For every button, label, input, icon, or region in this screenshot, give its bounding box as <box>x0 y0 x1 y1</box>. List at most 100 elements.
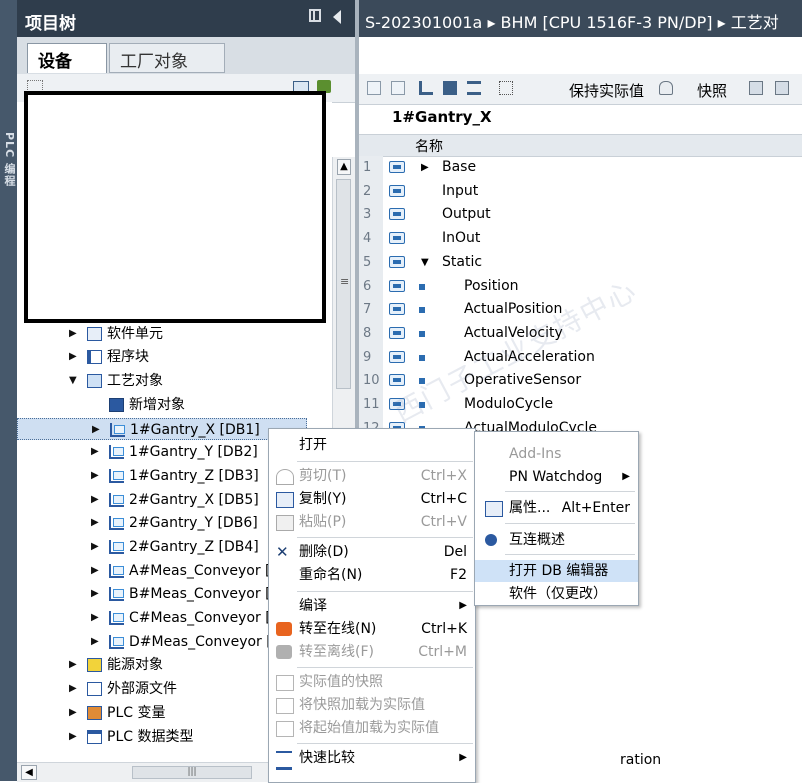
submenu-item[interactable]: 软件（仅更改） <box>475 583 638 605</box>
tree-item[interactable]: ▶ PLC 数据类型 <box>17 726 307 748</box>
tree-item[interactable]: ▶ 程序块 <box>17 346 307 368</box>
collapse-left-icon[interactable] <box>333 10 341 24</box>
tree-item[interactable]: ▶ D#Meas_Conveyor [ <box>17 631 307 653</box>
expand-all-icon[interactable] <box>419 81 433 95</box>
menu-item-label: 软件（仅更改） <box>509 586 607 602</box>
menu-separator <box>297 743 473 744</box>
db-row[interactable]: 4 InOut <box>359 227 802 251</box>
tree-item[interactable]: ▶ 2#Gantry_X [DB5] <box>17 489 307 511</box>
tree-item[interactable]: ▶ 软件单元 <box>17 323 307 345</box>
tree-item[interactable]: ▶ A#Meas_Conveyor [ <box>17 560 307 582</box>
context-submenu: Add-Ins PN Watchdog ▶ 属性... Alt+Enter 互连概述打开 … <box>474 431 639 606</box>
context-menu-item[interactable]: 复制(Y) Ctrl+C <box>269 488 475 510</box>
expand-arrow-icon[interactable]: ▶ <box>69 678 79 700</box>
tree-item[interactable]: ▼ 工艺对象 <box>17 370 307 392</box>
open-db-editor-item[interactable]: 打开 DB 编辑器 <box>475 560 638 582</box>
interface-section-icon <box>389 255 405 268</box>
snapshot-load-icon[interactable] <box>749 81 763 95</box>
scroll-thumb[interactable]: ≡ <box>336 179 351 389</box>
collapse-all-icon[interactable] <box>443 81 457 95</box>
expand-arrow-icon[interactable]: ▶ <box>91 607 101 629</box>
expand-arrow-icon[interactable]: ▶ <box>69 323 79 345</box>
context-menu-item[interactable]: 转至离线(F) Ctrl+M <box>269 641 475 663</box>
submenu-item[interactable]: 属性... Alt+Enter <box>475 497 638 519</box>
submenu-item[interactable]: PN Watchdog ▶ <box>475 466 638 488</box>
context-menu-item[interactable]: 剪切(T) Ctrl+X <box>269 465 475 487</box>
tree-item[interactable]: ▶ PLC 变量 <box>17 702 307 724</box>
expand-arrow-icon[interactable]: ▶ <box>69 726 79 748</box>
expand-arrow-icon[interactable]: ▶ <box>91 560 101 582</box>
context-menu-item[interactable]: 粘贴(P) Ctrl+V <box>269 511 475 533</box>
collapse-arrow-icon[interactable]: ▼ <box>69 370 79 392</box>
tree-item[interactable]: ▶ 能源对象 <box>17 654 307 676</box>
context-menu-item[interactable]: 将起始值加载为实际值 <box>269 717 475 739</box>
horizontal-scroll-thumb[interactable]: ||| <box>132 766 252 779</box>
expand-arrow-icon[interactable]: ▶ <box>91 512 101 534</box>
expand-arrow-icon[interactable]: ▶ <box>91 489 101 511</box>
tree-item[interactable]: ▶ C#Meas_Conveyor [ <box>17 607 307 629</box>
expand-arrow-icon[interactable]: ▶ <box>69 654 79 676</box>
program-blocks-icon <box>87 350 102 364</box>
keep-actual-values-button[interactable]: 保持实际值 <box>569 80 644 101</box>
snapshot-save-icon[interactable] <box>775 81 789 95</box>
snapshot-button[interactable]: 快照 <box>697 80 727 101</box>
db-row[interactable]: 1 ▶ Base <box>359 156 802 180</box>
db-row[interactable]: 3 Output <box>359 203 802 227</box>
split-view-icon[interactable] <box>309 9 321 22</box>
context-menu-item[interactable]: 重命名(N) F2 <box>269 564 475 586</box>
database-icon[interactable] <box>659 81 673 95</box>
context-menu-item[interactable]: 编译 ▶ <box>269 595 475 617</box>
submenu-item[interactable]: Add-Ins <box>475 443 638 465</box>
insert-row-icon[interactable] <box>367 81 381 95</box>
tree-item[interactable]: 新增对象 <box>17 394 307 416</box>
tree-item[interactable]: ▶ 1#Gantry_Y [DB2] <box>17 441 307 463</box>
software-unit-icon <box>87 327 102 341</box>
context-menu-item[interactable]: 将快照加载为实际值 <box>269 694 475 716</box>
context-menu-item[interactable]: ✕ 删除(D) Del <box>269 541 475 563</box>
tree-item[interactable]: ▶ 2#Gantry_Y [DB6] <box>17 512 307 534</box>
go-online-icon <box>276 622 292 636</box>
truncated-row-text: ration <box>620 752 662 768</box>
db-row[interactable]: 5 ▼ Static <box>359 251 802 275</box>
scroll-up-icon[interactable]: ▲ <box>337 159 351 175</box>
tree-item-label: PLC 数据类型 <box>107 729 194 745</box>
tree-item[interactable]: ▶ 2#Gantry_Z [DB4] <box>17 536 307 558</box>
expand-arrow-icon[interactable]: ▶ <box>92 419 102 441</box>
tree-item[interactable]: ▶ B#Meas_Conveyor [ <box>17 583 307 605</box>
db-title: 1#Gantry_X <box>392 108 492 126</box>
context-menu-item[interactable]: 打开 <box>269 434 475 456</box>
tab-plant-objects[interactable]: 工厂对象 <box>109 43 225 73</box>
project-tree-header: 项目树 <box>17 0 355 37</box>
expand-arrow-icon[interactable]: ▶ <box>69 346 79 368</box>
submenu-item[interactable]: 互连概述 <box>475 529 638 551</box>
add-row-icon[interactable] <box>391 81 405 95</box>
tree-item[interactable]: ▶ 1#Gantry_Z [DB3] <box>17 465 307 487</box>
row-number: 7 <box>363 302 372 318</box>
scroll-left-icon[interactable]: ◀ <box>21 765 37 780</box>
menu-item-label: 编译 <box>299 598 327 614</box>
expand-arrow-icon[interactable]: ▶ <box>91 536 101 558</box>
db-row[interactable]: 2 Input <box>359 180 802 204</box>
tab-devices[interactable]: 设备 <box>27 43 107 73</box>
column-name-header[interactable]: 名称 <box>415 136 443 156</box>
collapse-arrow-icon[interactable]: ▼ <box>421 251 429 274</box>
context-menu-item[interactable]: 实际值的快照 <box>269 671 475 693</box>
context-menu-item[interactable]: 转至在线(N) Ctrl+K <box>269 618 475 640</box>
db-row[interactable]: 9 ActualAcceleration <box>359 346 802 370</box>
menu-item-label: 重命名(N) <box>299 567 363 583</box>
tree-item-selected[interactable]: ▶ 1#Gantry_X [DB1] <box>17 418 307 440</box>
context-menu-item[interactable]: 快速比较 ▶ <box>269 747 475 770</box>
tree-tabs-bar: 设备 工厂对象 <box>17 37 355 74</box>
expand-arrow-icon[interactable]: ▶ <box>69 702 79 724</box>
tree-item[interactable]: ▶ 外部源文件 <box>17 678 307 700</box>
list-icon[interactable] <box>467 81 481 95</box>
expand-arrow-icon[interactable]: ▶ <box>91 583 101 605</box>
context-menu: 打开剪切(T) Ctrl+X 复制(Y) Ctrl+C 粘贴(P) Ctrl+V ✕ 删除(D… <box>268 428 476 783</box>
expand-arrow-icon[interactable]: ▶ <box>91 441 101 463</box>
monitor-icon[interactable] <box>499 81 513 95</box>
expand-arrow-icon[interactable]: ▶ <box>91 631 101 653</box>
axis-icon <box>109 445 124 459</box>
plc-programming-label[interactable]: PLC 编程 <box>1 132 17 222</box>
expand-arrow-icon[interactable]: ▶ <box>421 156 429 179</box>
expand-arrow-icon[interactable]: ▶ <box>91 465 101 487</box>
